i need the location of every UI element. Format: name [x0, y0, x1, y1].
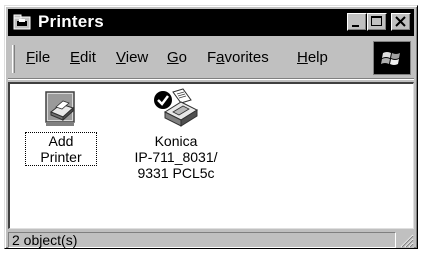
resize-grip-icon[interactable]	[398, 232, 414, 248]
menu-favorites-accel: a	[216, 49, 225, 66]
maximize-icon	[371, 16, 382, 26]
menu-edit[interactable]: Edit	[70, 49, 96, 66]
minimize-icon	[352, 25, 359, 27]
add-printer-icon	[45, 91, 75, 126]
menu-edit-accel: E	[70, 49, 81, 66]
menu-view[interactable]: View	[116, 49, 148, 66]
minimize-button[interactable]	[347, 13, 367, 31]
menu-file-rest: ile	[35, 49, 51, 66]
menu-go[interactable]: Go	[167, 49, 187, 66]
menu-separator	[8, 78, 414, 80]
menu-help-accel: H	[297, 49, 308, 66]
menu-help-rest: elp	[307, 49, 328, 66]
throbber	[373, 41, 411, 75]
printers-window: Printers File Edit View Go Favorites Hel…	[4, 5, 418, 249]
close-button[interactable]	[391, 13, 411, 31]
close-icon	[395, 16, 406, 27]
windows-logo-icon	[381, 52, 400, 65]
menu-edit-rest: dit	[80, 49, 96, 66]
menu-help[interactable]: Help	[297, 49, 328, 66]
status-object-count: 2 object(s)	[8, 232, 396, 248]
printers-folder-icon[interactable]	[13, 14, 31, 30]
add-printer-item[interactable]: Add Printer	[25, 90, 97, 167]
menu-grip[interactable]	[12, 45, 15, 73]
menu-go-accel: G	[167, 49, 179, 66]
konica-printer-label: Konica IP-711_8031/ 9331 PCL5c	[134, 133, 218, 181]
menu-favorites-rest: vorites	[224, 49, 269, 66]
title-bar[interactable]: Printers	[8, 9, 414, 36]
menu-view-rest: iew	[125, 49, 149, 66]
menu-view-accel: V	[116, 49, 126, 66]
menu-file[interactable]: File	[26, 49, 50, 66]
status-bar: 2 object(s)	[8, 231, 414, 248]
konica-printer-item[interactable]: Konica IP-711_8031/ 9331 PCL5c	[122, 88, 230, 183]
file-list-pane[interactable]: Add Printer Konica IP-711_8031/ 9331 PCL…	[8, 82, 414, 229]
menu-file-accel: F	[26, 49, 36, 66]
menu-go-rest: o	[178, 49, 188, 66]
maximize-button[interactable]	[367, 13, 387, 31]
menu-favorites-pre: F	[207, 49, 217, 66]
menu-favorites[interactable]: Favorites	[207, 49, 269, 66]
add-printer-label: Add Printer	[25, 132, 97, 166]
window-title: Printers	[38, 12, 104, 31]
printer-icon	[154, 88, 199, 127]
menu-bar: File Edit View Go Favorites Help	[8, 39, 414, 80]
